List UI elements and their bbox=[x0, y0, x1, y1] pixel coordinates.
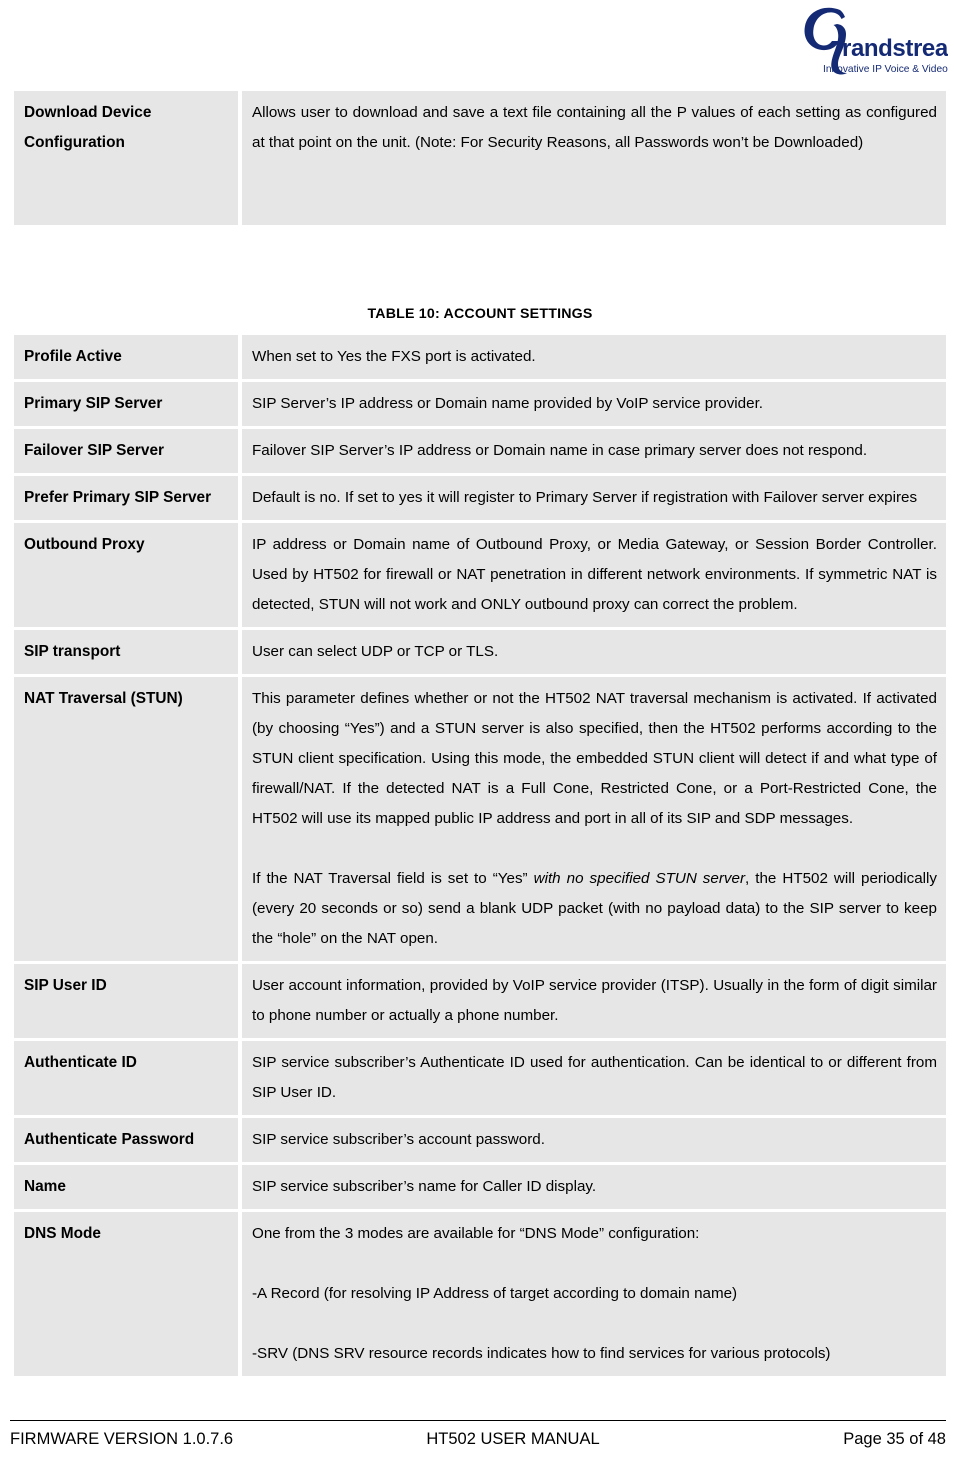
paragraph: SIP service subscriber’s name for Caller… bbox=[252, 1178, 597, 1195]
row-key-prefer-primary-sip-server: Prefer Primary SIP Server bbox=[14, 476, 238, 520]
table-row: SIP transport User can select UDP or TCP… bbox=[14, 630, 946, 674]
footer-manual-title: HT502 USER MANUAL bbox=[426, 1430, 600, 1448]
row-key-sip-transport: SIP transport bbox=[14, 630, 238, 674]
paragraph: SIP service subscriber’s Authenticate ID… bbox=[252, 1054, 937, 1101]
paragraph: Failover SIP Server’s IP address or Doma… bbox=[252, 442, 868, 459]
footer-page-number: Page 35 of 48 bbox=[843, 1430, 946, 1448]
row-key-name: Name bbox=[14, 1165, 238, 1209]
row-key-dns-mode: DNS Mode bbox=[14, 1212, 238, 1376]
table-row: Outbound Proxy IP address or Domain name… bbox=[14, 523, 946, 627]
row-desc-prefer-primary-sip-server: Default is no. If set to yes it will reg… bbox=[242, 476, 946, 520]
paragraph: When set to Yes the FXS port is activate… bbox=[252, 348, 536, 365]
row-desc-nat-traversal-stun: This parameter defines whether or not th… bbox=[242, 677, 946, 961]
paragraph-with-italic: If the NAT Traversal field is set to “Ye… bbox=[252, 864, 937, 954]
paragraph: This parameter defines whether or not th… bbox=[252, 690, 937, 827]
row-desc-download-device-configuration: Allows user to download and save a text … bbox=[242, 91, 946, 225]
row-desc-profile-active: When set to Yes the FXS port is activate… bbox=[242, 335, 946, 379]
table-row: NAT Traversal (STUN) This parameter defi… bbox=[14, 677, 946, 961]
row-desc-sip-user-id: User account information, provided by Vo… bbox=[242, 964, 946, 1038]
paragraph: Allows user to download and save a text … bbox=[252, 104, 937, 151]
paragraph: SIP Server’s IP address or Domain name p… bbox=[252, 395, 764, 412]
row-key-primary-sip-server: Primary SIP Server bbox=[14, 382, 238, 426]
row-desc-authenticate-id: SIP service subscriber’s Authenticate ID… bbox=[242, 1041, 946, 1115]
table-row: Name SIP service subscriber’s name for C… bbox=[14, 1165, 946, 1209]
italic-emphasis: with no specified STUN server bbox=[533, 870, 746, 887]
grandstream-logo: randstream Innovative IP Voice & Video bbox=[796, 4, 948, 78]
paragraph: User can select UDP or TCP or TLS. bbox=[252, 643, 499, 660]
row-key-sip-user-id: SIP User ID bbox=[14, 964, 238, 1038]
paragraph: -A Record (for resolving IP Address of t… bbox=[252, 1285, 738, 1302]
table-row: DNS Mode One from the 3 modes are availa… bbox=[14, 1212, 946, 1376]
svg-text:randstream: randstream bbox=[842, 35, 948, 62]
svg-text:Innovative IP Voice & Video: Innovative IP Voice & Video bbox=[823, 64, 948, 75]
page-footer: FIRMWARE VERSION 1.0.7.6 HT502 USER MANU… bbox=[10, 1420, 946, 1449]
row-desc-authenticate-password: SIP service subscriber’s account passwor… bbox=[242, 1118, 946, 1162]
device-configuration-table: Download Device Configuration Allows use… bbox=[10, 88, 950, 228]
row-desc-sip-transport: User can select UDP or TCP or TLS. bbox=[242, 630, 946, 674]
row-key-download-device-configuration: Download Device Configuration bbox=[14, 91, 238, 225]
table-row: Failover SIP Server Failover SIP Server’… bbox=[14, 429, 946, 473]
table-row: SIP User ID User account information, pr… bbox=[14, 964, 946, 1038]
row-key-nat-traversal-stun: NAT Traversal (STUN) bbox=[14, 677, 238, 961]
caption-gap bbox=[10, 322, 950, 332]
row-key-outbound-proxy: Outbound Proxy bbox=[14, 523, 238, 627]
row-desc-failover-sip-server: Failover SIP Server’s IP address or Doma… bbox=[242, 429, 946, 473]
table-row: Authenticate ID SIP service subscriber’s… bbox=[14, 1041, 946, 1115]
row-desc-primary-sip-server: SIP Server’s IP address or Domain name p… bbox=[242, 382, 946, 426]
account-settings-table: Profile Active When set to Yes the FXS p… bbox=[10, 332, 950, 1379]
row-key-profile-active: Profile Active bbox=[14, 335, 238, 379]
paragraph: One from the 3 modes are available for “… bbox=[252, 1225, 700, 1242]
row-key-failover-sip-server: Failover SIP Server bbox=[14, 429, 238, 473]
paragraph: User account information, provided by Vo… bbox=[252, 977, 937, 1024]
paragraph-spacer bbox=[252, 188, 937, 218]
row-key-authenticate-id: Authenticate ID bbox=[14, 1041, 238, 1115]
paragraph: Default is no. If set to yes it will reg… bbox=[252, 489, 918, 506]
row-desc-name: SIP service subscriber’s name for Caller… bbox=[242, 1165, 946, 1209]
table-row: Profile Active When set to Yes the FXS p… bbox=[14, 335, 946, 379]
table-row: Prefer Primary SIP Server Default is no.… bbox=[14, 476, 946, 520]
paragraph: -SRV (DNS SRV resource records indicates… bbox=[252, 1345, 831, 1362]
row-desc-dns-mode: One from the 3 modes are available for “… bbox=[242, 1212, 946, 1376]
paragraph: SIP service subscriber’s account passwor… bbox=[252, 1131, 545, 1148]
row-key-authenticate-password: Authenticate Password bbox=[14, 1118, 238, 1162]
table-row: Authenticate Password SIP service subscr… bbox=[14, 1118, 946, 1162]
table-caption: TABLE 10: ACCOUNT SETTINGS bbox=[367, 306, 593, 322]
table-row: Download Device Configuration Allows use… bbox=[14, 91, 946, 225]
page-header: randstream Innovative IP Voice & Video bbox=[0, 0, 954, 88]
table-row: Primary SIP Server SIP Server’s IP addre… bbox=[14, 382, 946, 426]
page-content: Download Device Configuration Allows use… bbox=[10, 88, 950, 1379]
row-desc-outbound-proxy: IP address or Domain name of Outbound Pr… bbox=[242, 523, 946, 627]
text-before-italic: If the NAT Traversal field is set to “Ye… bbox=[252, 870, 534, 887]
paragraph: IP address or Domain name of Outbound Pr… bbox=[252, 536, 937, 613]
footer-firmware-version: FIRMWARE VERSION 1.0.7.6 bbox=[10, 1430, 234, 1448]
